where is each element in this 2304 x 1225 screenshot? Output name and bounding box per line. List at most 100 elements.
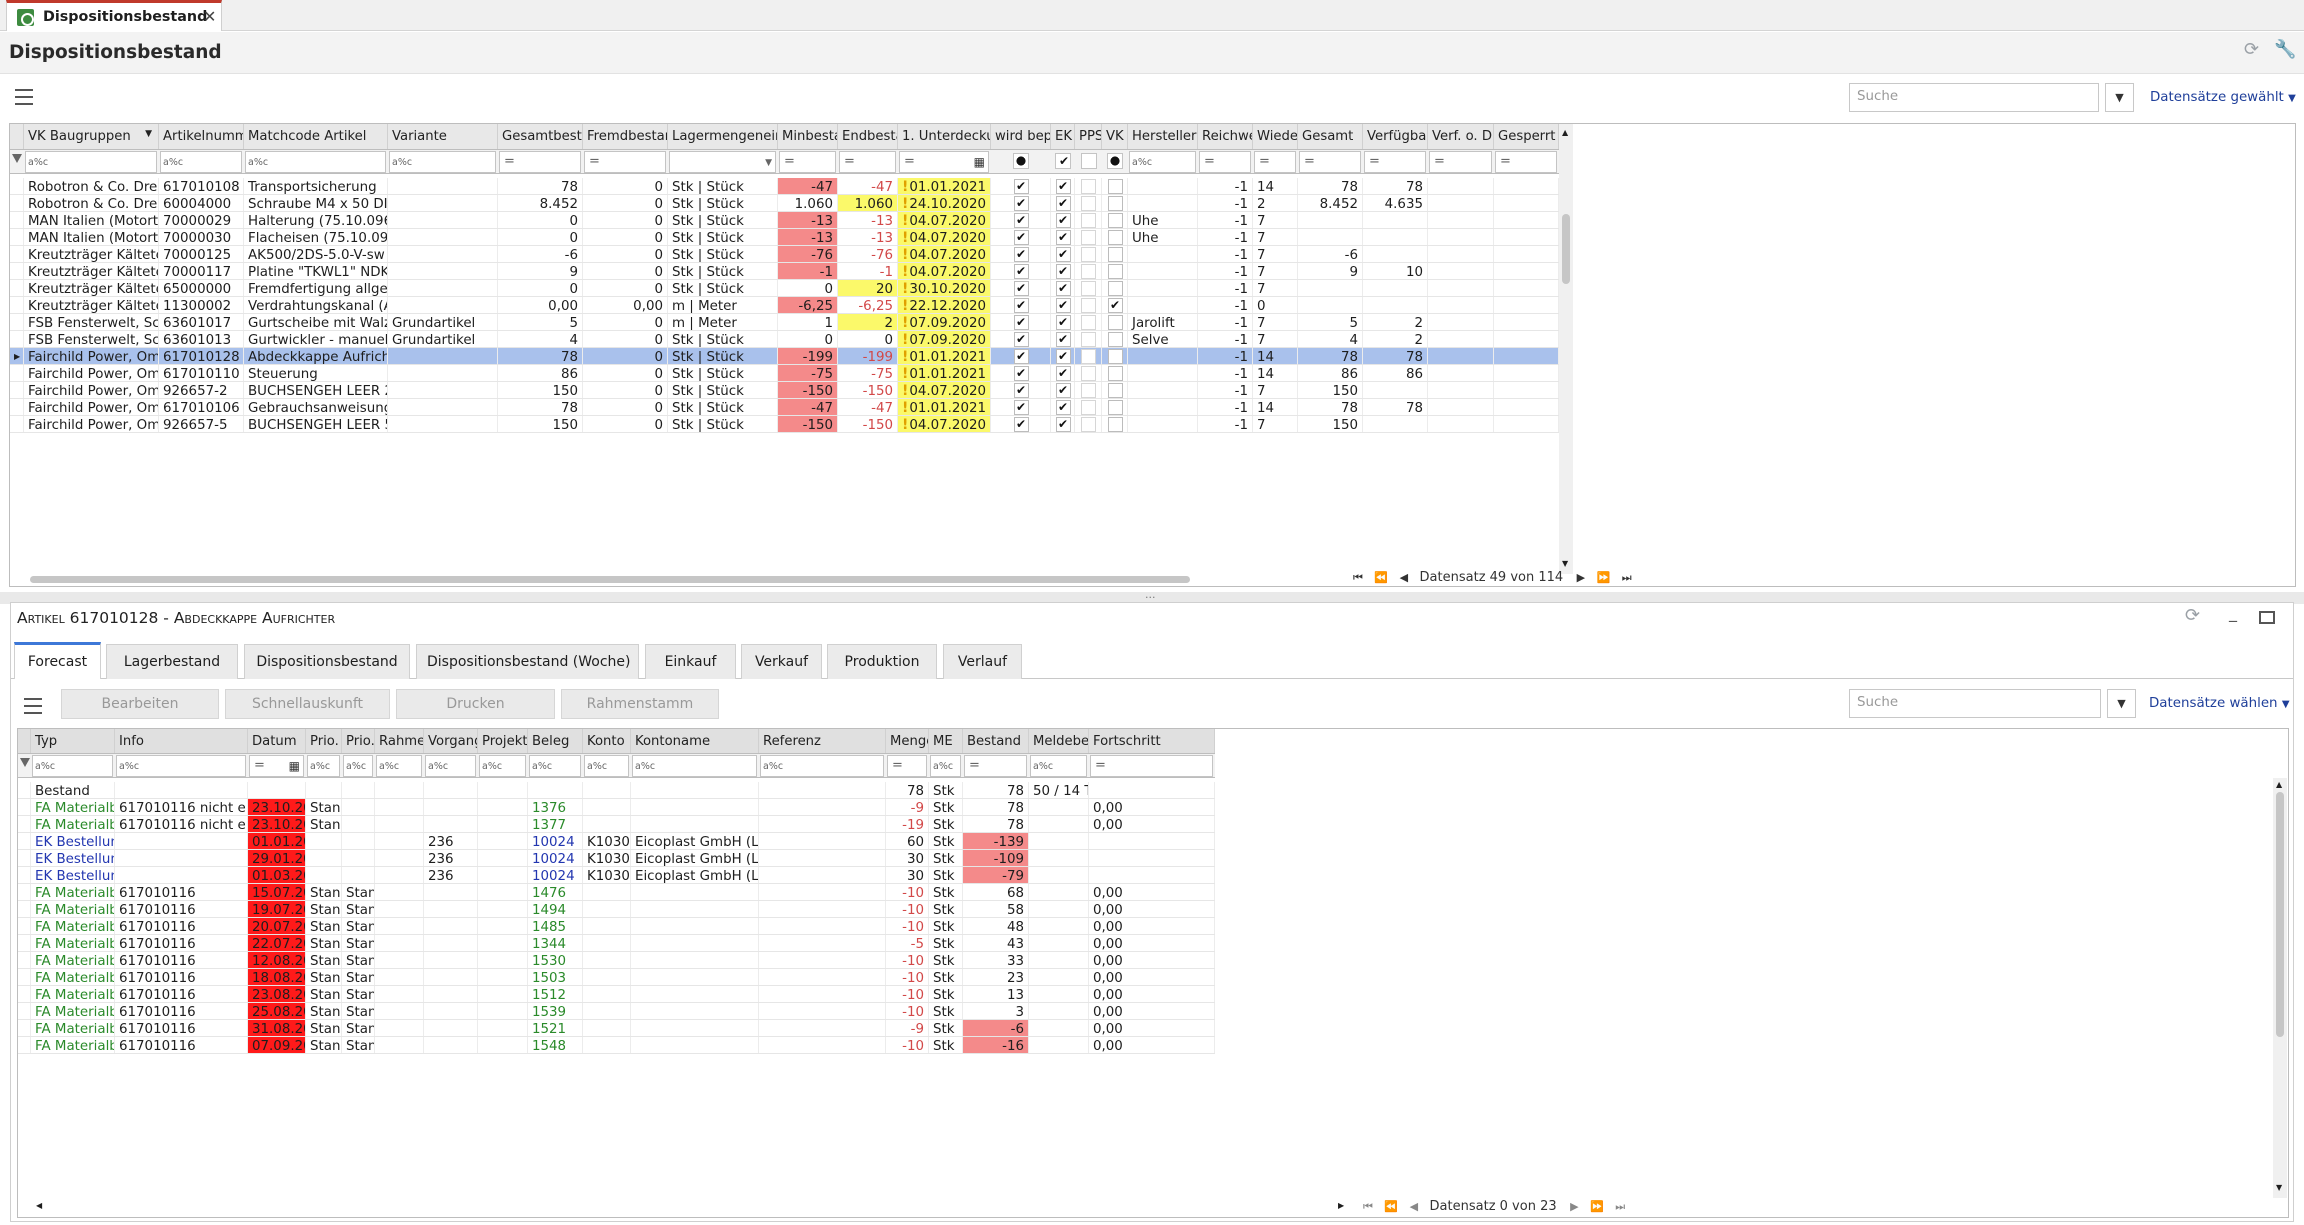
vk-checkbox[interactable] — [1107, 264, 1123, 279]
ek-checkbox[interactable]: ✔ — [1055, 383, 1071, 398]
filter-input-hersteller[interactable]: a%c — [1129, 151, 1196, 173]
table-row[interactable]: Fairchild Power, Omaha (ni...926657-5BUC… — [10, 416, 1559, 433]
filter-input-verfuegbar[interactable]: = — [1364, 151, 1426, 173]
column-header-ek[interactable]: EK — [1051, 124, 1075, 149]
forecast-row[interactable]: FA Materialbedarf61701011615.07.2022Stan… — [18, 884, 1215, 901]
pager-nav-icons[interactable]: ⏮ ⏪ ◀ — [1353, 571, 1420, 584]
filter-input-wiederbeschaffung[interactable]: = — [1254, 151, 1296, 173]
vk-checkbox[interactable]: ✔ — [1107, 298, 1123, 313]
table-row[interactable]: Robotron & Co. Dresden S...617010108Tran… — [10, 178, 1559, 195]
filter-input-verf-o-dispo[interactable]: = — [1429, 151, 1492, 173]
column-header-unterdeckung[interactable]: 1. Unterdeckung — [898, 124, 991, 149]
wird-beplant-checkbox[interactable]: ✔ — [1013, 230, 1029, 245]
forecast-row[interactable]: FA Materialbedarf61701011623.08.2022Stan… — [18, 986, 1215, 1003]
wird-beplant-checkbox[interactable]: ✔ — [1013, 179, 1029, 194]
column-header-verfuegbar[interactable]: Verfügbar — [1363, 124, 1428, 149]
column-header-prio-v[interactable]: Prio. V — [306, 729, 342, 753]
column-header-meldebestand[interactable]: Meldebest... — [1029, 729, 1089, 753]
vk-checkbox[interactable] — [1107, 400, 1123, 415]
wird-beplant-checkbox[interactable]: ✔ — [1013, 247, 1029, 262]
pps-checkbox[interactable] — [1081, 230, 1096, 245]
ek-checkbox[interactable]: ✔ — [1055, 366, 1071, 381]
tab-verkauf[interactable]: Verkauf — [741, 644, 822, 679]
column-header-menge[interactable]: Menge — [886, 729, 929, 753]
filter-input-unterdeckung[interactable]: = ▦ — [899, 151, 989, 173]
forecast-row[interactable]: FA Materialbedarf61701011618.08.2022Stan… — [18, 969, 1215, 986]
ek-checkbox[interactable]: ✔ — [1055, 264, 1071, 279]
close-tab-icon[interactable]: ✕ — [203, 7, 216, 26]
wird-beplant-checkbox[interactable]: ✔ — [1013, 298, 1029, 313]
forecast-row[interactable]: FA Materialbedarf61701011625.08.2022Stan… — [18, 1003, 1215, 1020]
pps-checkbox[interactable] — [1081, 196, 1096, 211]
filter-input-minbestand[interactable]: = — [779, 151, 836, 173]
table-row[interactable]: MAN Italien (Motortech) 7...70000030Flac… — [10, 229, 1559, 246]
vk-checkbox[interactable] — [1107, 179, 1123, 194]
tab-dispositionsbestand-woche[interactable]: Dispositionsbestand (Woche) — [416, 644, 639, 679]
forecast-row[interactable]: FA Materialbedarf61701011612.08.2022Stan… — [18, 952, 1215, 969]
vk-checkbox[interactable] — [1107, 349, 1123, 364]
table-row[interactable]: Kreutzträger Kältetechnik...65000000Frem… — [10, 280, 1559, 297]
frame-master-button[interactable]: Rahmenstamm — [561, 689, 719, 719]
wird-beplant-checkbox[interactable]: ✔ — [1013, 196, 1029, 211]
filter-input-meldebestand[interactable]: a%c — [1030, 755, 1087, 777]
ek-checkbox[interactable]: ✔ — [1055, 417, 1071, 432]
column-header-minbestand[interactable]: Minbestand — [778, 124, 838, 149]
ek-checkbox[interactable]: ✔ — [1055, 315, 1071, 330]
forecast-row[interactable]: EK Bestellung 29.01.2021 236 10024K103003Ei… — [18, 850, 1215, 867]
column-header-reichweite[interactable]: Reichweite — [1198, 124, 1253, 149]
column-header-me[interactable]: ME — [929, 729, 963, 753]
tab-forecast[interactable]: Forecast — [14, 642, 101, 679]
forecast-row[interactable]: FA Materialbedarf617010116 nicht eingela… — [18, 799, 1215, 816]
records-selected-dropdown[interactable]: Datensätze gewählt ▼ — [2150, 90, 2296, 105]
forecast-row[interactable]: FA Materialbedarf61701011607.09.2022Stan… — [18, 1037, 1215, 1054]
column-header-gesperrt[interactable]: Gesperrt — [1494, 124, 1559, 149]
wrench-icon[interactable]: 🔧 — [2274, 39, 2296, 60]
filter-input-typ[interactable]: a%c — [32, 755, 113, 777]
wird-beplant-checkbox[interactable]: ✔ — [1013, 264, 1029, 279]
wird-beplant-checkbox[interactable]: ✔ — [1013, 213, 1029, 228]
records-choose-dropdown[interactable]: Datensätze wählen ▼ — [2149, 696, 2290, 711]
vertical-scrollbar[interactable]: ▲ ▼ — [1559, 124, 1573, 574]
vk-checkbox[interactable] — [1107, 417, 1123, 432]
pps-checkbox[interactable] — [1081, 400, 1096, 415]
vk-checkbox[interactable] — [1107, 213, 1123, 228]
pps-checkbox[interactable] — [1081, 298, 1096, 313]
vk-checkbox[interactable] — [1107, 230, 1123, 245]
filter-input-variante[interactable]: a%c — [389, 151, 496, 173]
column-header-beleg[interactable]: Beleg — [528, 729, 583, 753]
filter-input-info[interactable]: a%c — [116, 755, 246, 777]
scroll-left-arrow[interactable]: ◀ — [36, 1201, 42, 1210]
column-header-vorgang[interactable]: Vorgang — [424, 729, 478, 753]
filter-checkbox-vk[interactable] — [1107, 153, 1123, 169]
filter-input-kontoname[interactable]: a%c — [632, 755, 757, 777]
table-row[interactable]: Kreutzträger Kältetechnik...70000117Plat… — [10, 263, 1559, 280]
pps-checkbox[interactable] — [1081, 179, 1096, 194]
column-header-endbestand[interactable]: Endbestand — [838, 124, 898, 149]
calendar-icon[interactable]: ▦ — [974, 152, 985, 172]
table-row[interactable]: FSB Fensterwelt, Schönefel...63601017Gur… — [10, 314, 1559, 331]
vertical-scrollbar[interactable]: ▲ ▼ — [2273, 778, 2287, 1198]
detail-search-input[interactable]: Suche — [1849, 689, 2101, 718]
wird-beplant-checkbox[interactable]: ✔ — [1013, 383, 1029, 398]
scroll-down-arrow[interactable]: ▼ — [1562, 559, 1568, 568]
filter-checkbox-wird-beplant[interactable] — [1013, 153, 1029, 169]
tab-lagerbestand[interactable]: Lagerbestand — [106, 644, 238, 679]
filter-input-matchcode-artikel[interactable]: a%c — [245, 151, 386, 173]
wird-beplant-checkbox[interactable]: ✔ — [1013, 315, 1029, 330]
column-header-referenz[interactable]: Referenz — [759, 729, 886, 753]
scroll-right-arrow[interactable]: ▶ — [1338, 1201, 1344, 1210]
ek-checkbox[interactable]: ✔ — [1055, 332, 1071, 347]
pager-nav-next-icons[interactable]: ▶ ⏩ ⏭ — [1569, 571, 1636, 584]
tab-dispositionsbestand[interactable]: Dispositionsbestand — [244, 644, 410, 679]
minimize-icon[interactable]: _ — [2229, 603, 2237, 622]
vk-checkbox[interactable] — [1107, 332, 1123, 347]
vk-checkbox[interactable] — [1107, 281, 1123, 296]
column-header-wird-beplant[interactable]: wird beplant — [991, 124, 1051, 149]
vk-checkbox[interactable] — [1107, 196, 1123, 211]
column-header-gesamtbestand[interactable]: Gesamtbestand — [498, 124, 583, 149]
column-header-pps[interactable]: PPS — [1075, 124, 1102, 149]
vk-checkbox[interactable] — [1107, 247, 1123, 262]
filter-input-gesamt[interactable]: = — [1299, 151, 1361, 173]
vk-checkbox[interactable] — [1107, 315, 1123, 330]
wird-beplant-checkbox[interactable]: ✔ — [1013, 366, 1029, 381]
